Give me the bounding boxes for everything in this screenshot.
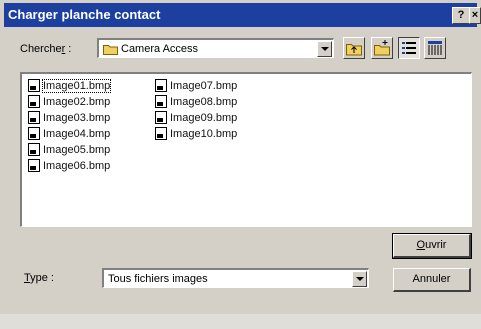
look-in-value: Camera Access: [121, 43, 199, 55]
list-item[interactable]: Image06.bmp: [28, 158, 110, 174]
list-item[interactable]: Image05.bmp: [28, 142, 110, 158]
bitmap-file-icon: [28, 158, 40, 172]
list-item[interactable]: Image07.bmp: [155, 78, 237, 94]
bitmap-file-icon: [28, 110, 40, 124]
bitmap-file-icon: [28, 78, 40, 92]
dialog-window: Charger planche contact ? × Chercher : C…: [0, 0, 481, 329]
bitmap-file-icon: [155, 94, 167, 108]
look-in-dropdown-button[interactable]: [317, 41, 332, 57]
up-folder-icon: [346, 44, 362, 56]
folder-icon: [103, 45, 118, 55]
list-item[interactable]: Image01.bmp: [28, 78, 112, 94]
file-list[interactable]: Image01.bmp Image02.bmp Image03.bmp Imag…: [20, 72, 472, 227]
list-item[interactable]: Image02.bmp: [28, 94, 110, 110]
bottom-edge: [0, 314, 481, 329]
up-folder-button[interactable]: [343, 37, 365, 59]
help-button[interactable]: ?: [452, 7, 470, 24]
list-item[interactable]: Image04.bmp: [28, 126, 110, 142]
open-button[interactable]: Ouvrir: [392, 233, 472, 259]
file-type-value: Tous fichiers images: [108, 273, 208, 285]
list-view-icon: [402, 42, 416, 54]
title-bar[interactable]: Charger planche contact ? ×: [4, 3, 481, 27]
file-type-dropdown-button[interactable]: [352, 271, 367, 287]
close-button[interactable]: ×: [469, 7, 481, 24]
bitmap-file-icon: [155, 110, 167, 124]
bitmap-file-icon: [28, 94, 40, 108]
new-folder-button[interactable]: [371, 37, 393, 59]
details-view-icon: [428, 41, 442, 55]
bitmap-file-icon: [28, 142, 40, 156]
list-item[interactable]: Image08.bmp: [155, 94, 237, 110]
new-folder-icon: [374, 40, 390, 56]
bitmap-file-icon: [28, 126, 40, 140]
details-view-button[interactable]: [424, 37, 446, 59]
list-item[interactable]: Image03.bmp: [28, 110, 110, 126]
look-in-combo[interactable]: Camera Access: [97, 38, 334, 58]
bitmap-file-icon: [155, 126, 167, 140]
file-type-combo[interactable]: Tous fichiers images: [102, 268, 369, 288]
bitmap-file-icon: [155, 78, 167, 92]
list-item[interactable]: Image10.bmp: [155, 126, 237, 142]
list-item[interactable]: Image09.bmp: [155, 110, 237, 126]
list-view-button[interactable]: [398, 37, 420, 59]
type-label: Type :: [24, 272, 54, 284]
window-title: Charger planche contact: [8, 7, 161, 22]
look-in-label: Chercher :: [20, 43, 72, 55]
cancel-button[interactable]: Annuler: [393, 268, 471, 292]
